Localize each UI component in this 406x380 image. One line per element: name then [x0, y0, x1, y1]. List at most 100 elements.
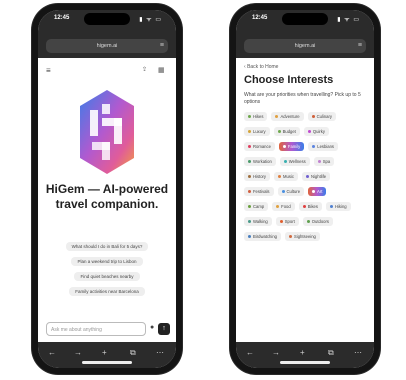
interest-tag[interactable]: Nightlife — [301, 172, 331, 181]
new-tab-icon[interactable]: + — [300, 348, 305, 357]
status-time: 12:45 — [252, 15, 268, 21]
interest-dot-icon — [248, 145, 251, 149]
suggestion-chip[interactable]: What should I do in Bali for 5 days? — [65, 242, 149, 251]
interest-dot-icon — [278, 175, 282, 179]
tabs-icon[interactable]: ⧉ — [130, 348, 136, 358]
interests-screen: 12:45 ▮ ᯤ ▭ higem.ai ≡ ‹ Back to Home Ch… — [236, 10, 374, 368]
phone-home: 12:45 ▮ ᯤ ▭ higem.ai ≡ ≡ ⇪ ▦ HiGem — AI-… — [32, 4, 182, 374]
interest-dot-icon — [275, 115, 279, 119]
interest-dot-icon — [283, 160, 287, 164]
browser-url-bar: higem.ai ≡ — [236, 36, 374, 58]
interest-label: Luxury — [253, 129, 266, 134]
interest-dot-icon — [302, 205, 306, 209]
interest-dot-icon — [248, 235, 251, 239]
interest-label: Culinary — [316, 114, 332, 119]
interest-dot-icon — [307, 130, 311, 134]
interest-dot-icon — [248, 190, 251, 194]
more-icon[interactable]: ⋯ — [156, 348, 164, 357]
interest-tag[interactable]: Hiking — [325, 202, 351, 211]
interest-dot-icon — [279, 220, 283, 224]
forward-arrow-icon[interactable]: → — [74, 348, 82, 357]
interest-tag[interactable]: Sightseeing — [284, 232, 320, 241]
interest-dot-icon — [276, 205, 280, 209]
interest-tag[interactable]: Walking — [244, 217, 272, 226]
hamburger-menu-icon[interactable]: ≡ — [46, 66, 51, 75]
interest-dot-icon — [282, 145, 286, 149]
interest-tag[interactable]: Festivals — [244, 187, 274, 196]
chat-input-row: Ask me about anything ● ↑ — [46, 322, 170, 336]
more-icon[interactable]: ⋯ — [354, 348, 362, 357]
interest-tag[interactable]: Art — [308, 187, 327, 196]
interest-dot-icon — [248, 220, 251, 224]
interest-tag[interactable]: Adventure — [271, 112, 304, 121]
share-icon[interactable]: ⇪ — [142, 66, 147, 73]
interest-row: Camp Food Bikes Hiking — [244, 202, 370, 211]
grid-icon[interactable]: ▦ — [158, 66, 165, 74]
suggestion-chip[interactable]: Plan a weekend trip to Lisbon — [71, 257, 143, 266]
interest-tag[interactable]: Budget — [273, 127, 300, 136]
suggestion-chip[interactable]: Find quiet beaches nearby — [74, 272, 140, 281]
address-field[interactable]: higem.ai ≡ — [244, 39, 366, 53]
home-screen: 12:45 ▮ ᯤ ▭ higem.ai ≡ ≡ ⇪ ▦ HiGem — AI-… — [38, 10, 176, 368]
interest-label: Spa — [322, 159, 331, 164]
interest-label: Romance — [253, 144, 271, 149]
interest-dot-icon — [305, 175, 309, 179]
interest-tag[interactable]: Music — [274, 172, 298, 181]
interest-tag[interactable]: Workation — [244, 157, 276, 166]
browser-menu-icon[interactable]: ≡ — [160, 39, 164, 53]
interest-tag[interactable]: Culture — [277, 187, 305, 196]
higem-logo — [80, 90, 134, 174]
interest-dot-icon — [311, 115, 315, 119]
interest-label: Wellness — [288, 159, 306, 164]
interest-tag[interactable]: Quirky — [303, 127, 329, 136]
back-arrow-icon[interactable]: ← — [48, 348, 56, 357]
page-subtitle: What are your priorities when travelling… — [244, 92, 361, 105]
interest-tag[interactable]: Lesbians — [308, 142, 339, 151]
interest-tag[interactable]: Culinary — [307, 112, 336, 121]
browser-url-bar: higem.ai ≡ — [38, 36, 176, 58]
interest-row: Luxury Budget Quirky — [244, 127, 370, 136]
url-text: higem.ai — [294, 43, 316, 49]
suggestion-list: What should I do in Bali for 5 days? Pla… — [48, 242, 166, 302]
suggestion-chip[interactable]: Family activities near Barcelona — [69, 287, 145, 296]
interest-row: History Music Nightlife — [244, 172, 370, 181]
send-button[interactable]: ↑ — [158, 323, 170, 335]
microphone-icon[interactable]: ● — [150, 324, 154, 331]
chat-input[interactable]: Ask me about anything — [46, 322, 146, 336]
interest-dot-icon — [312, 145, 316, 149]
interest-dot-icon — [329, 205, 333, 209]
address-field[interactable]: higem.ai ≡ — [46, 39, 168, 53]
interest-tag[interactable]: Luxury — [244, 127, 270, 136]
interest-label: Music — [283, 174, 294, 179]
interest-label: Walking — [253, 219, 268, 224]
interest-dot-icon — [277, 130, 281, 134]
interest-tag[interactable]: Sport — [275, 217, 299, 226]
home-indicator — [280, 361, 330, 364]
interest-tag[interactable]: Food — [272, 202, 295, 211]
url-text: higem.ai — [96, 43, 118, 49]
interest-label: Festivals — [253, 189, 270, 194]
forward-arrow-icon[interactable]: → — [272, 348, 280, 357]
back-link[interactable]: ‹ Back to Home — [244, 64, 278, 70]
interest-label: Sport — [284, 219, 295, 224]
interest-tag[interactable]: Family — [278, 142, 305, 151]
interest-dot-icon — [312, 190, 316, 194]
browser-menu-icon[interactable]: ≡ — [358, 39, 362, 53]
interest-label: Budget — [282, 129, 296, 134]
interest-tag[interactable]: Spa — [313, 157, 335, 166]
interest-tag[interactable]: Hikes — [244, 112, 268, 121]
interest-tag[interactable]: Camp — [244, 202, 269, 211]
interest-tag[interactable]: Romance — [244, 142, 275, 151]
interest-label: Hiking — [334, 204, 347, 209]
interest-row: Birdwatching Sightseeing — [244, 232, 370, 241]
interest-label: Food — [281, 204, 291, 209]
status-icons: ▮ ᯤ ▭ — [139, 17, 162, 23]
interest-tag[interactable]: Bikes — [298, 202, 322, 211]
interest-tag[interactable]: History — [244, 172, 271, 181]
interest-tag[interactable]: Outdoors — [302, 217, 333, 226]
new-tab-icon[interactable]: + — [102, 348, 107, 357]
interest-tag[interactable]: Wellness — [279, 157, 310, 166]
back-arrow-icon[interactable]: ← — [246, 348, 254, 357]
interest-tag[interactable]: Birdwatching — [244, 232, 281, 241]
tabs-icon[interactable]: ⧉ — [328, 348, 334, 358]
